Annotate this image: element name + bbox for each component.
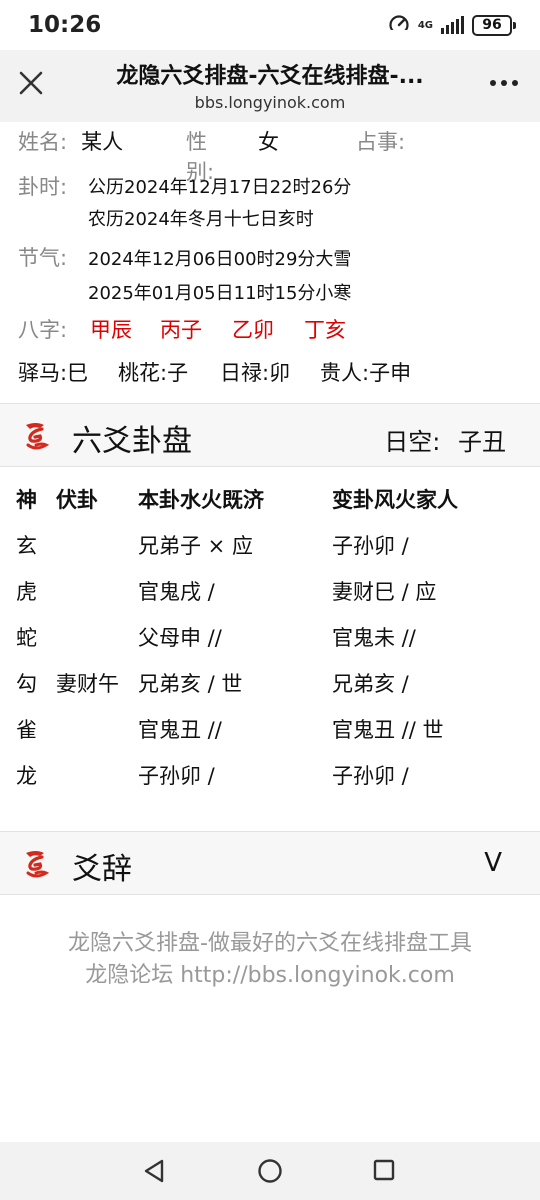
- browser-title-bar: 龙隐六爻排盘-六爻在线排盘-... bbs.longyinok.com: [0, 50, 540, 122]
- system-nav-bar: [0, 1142, 540, 1200]
- extras-yima: 驿马:巳: [18, 361, 89, 385]
- term-1: 2024年12月06日00时29分大雪: [88, 249, 352, 270]
- divider: [0, 894, 540, 895]
- cell-god: 雀: [16, 718, 37, 742]
- header-ben: 本卦水火既济: [138, 488, 264, 512]
- cell-bian: 兄弟亥 /: [332, 672, 409, 696]
- cell-ben: 父母申 //: [138, 626, 222, 650]
- divider: [0, 466, 540, 467]
- footer-line-2[interactable]: 龙隐论坛 http://bbs.longyinok.com: [0, 960, 540, 992]
- cell-ben: 官鬼丑 //: [138, 718, 222, 742]
- time-row: 卦时:: [18, 171, 67, 201]
- cell-bian: 妻财巳 / 应: [332, 580, 437, 604]
- term-2: 2025年01月05日11时15分小寒: [88, 283, 352, 304]
- cell-god: 虎: [16, 580, 37, 604]
- recent-apps-icon[interactable]: [372, 1158, 396, 1182]
- page-url: bbs.longyinok.com: [194, 93, 346, 112]
- hexagram-section-title: 六爻卦盘: [72, 424, 192, 459]
- lunar-date: 农历2024年冬月十七日亥时: [88, 209, 314, 230]
- chevron-down-icon[interactable]: V: [484, 848, 502, 878]
- cell-ben: 官鬼戌 /: [138, 580, 215, 604]
- bazi-month: 丙子: [160, 318, 202, 342]
- cell-god: 龙: [16, 764, 37, 788]
- bazi-hour: 丁亥: [304, 318, 346, 342]
- extras-rilu: 日禄:卯: [220, 361, 291, 385]
- table-row: 勾 妻财午 兄弟亥 / 世 兄弟亥 /: [0, 668, 540, 714]
- yaoci-section-header[interactable]: 爻辞 V: [0, 832, 540, 894]
- more-menu-icon[interactable]: [490, 80, 518, 86]
- footer-line-1: 龙隐六爻排盘-做最好的六爻在线排盘工具: [68, 931, 472, 956]
- time-label: 卦时:: [18, 175, 68, 199]
- cell-fu: 妻财午: [56, 672, 119, 696]
- home-icon[interactable]: [257, 1158, 283, 1184]
- day-empty: 日空: 子丑: [384, 422, 506, 457]
- close-icon[interactable]: [14, 66, 48, 100]
- page-title: 龙隐六爻排盘-六爻在线排盘-...: [116, 64, 424, 89]
- cell-ben: 子孙卯 /: [138, 764, 215, 788]
- signal-icon: [441, 16, 464, 34]
- hexagram-table: 神 伏卦 本卦水火既济 变卦风火家人 玄 兄弟子 × 应 子孙卯 / 虎 官鬼戌…: [0, 484, 540, 806]
- cell-god: 勾: [16, 672, 37, 696]
- day-empty-label: 日空:: [384, 428, 441, 456]
- cell-bian: 官鬼未 //: [332, 626, 416, 650]
- table-row: 玄 兄弟子 × 应 子孙卯 /: [0, 530, 540, 576]
- dragon-logo-icon: [26, 423, 50, 450]
- table-row: 雀 官鬼丑 // 官鬼丑 // 世: [0, 714, 540, 760]
- extras-guiren: 贵人:子申: [320, 361, 412, 385]
- header-bian: 变卦风火家人: [332, 488, 458, 512]
- cell-ben: 兄弟亥 / 世: [138, 672, 243, 696]
- bazi-day: 乙卯: [232, 318, 274, 342]
- battery-icon: 96: [472, 14, 516, 36]
- status-bar: 10:26 4G 96: [0, 0, 540, 50]
- cell-god: 玄: [16, 534, 37, 558]
- back-icon[interactable]: [140, 1158, 168, 1184]
- dragon-logo-icon: [26, 851, 50, 878]
- speed-gauge-icon: [389, 15, 409, 35]
- name-row: 姓名: 某人 性别: 女 占事:: [18, 126, 405, 184]
- cell-bian: 官鬼丑 // 世: [332, 718, 444, 742]
- status-time: 10:26: [28, 12, 102, 38]
- cell-god: 蛇: [16, 626, 37, 650]
- solar-date: 公历2024年12月17日22时26分: [88, 177, 352, 198]
- yaoci-section-title: 爻辞: [72, 852, 132, 887]
- bazi-label: 八字:: [18, 318, 68, 342]
- day-empty-value: 子丑: [458, 428, 506, 456]
- gender-value: 女: [258, 130, 279, 154]
- footer: 龙隐六爻排盘-做最好的六爻在线排盘工具 龙隐论坛 http://bbs.long…: [0, 928, 540, 992]
- bazi-year: 甲辰: [90, 318, 132, 342]
- table-header-row: 神 伏卦 本卦水火既济 变卦风火家人: [0, 484, 540, 530]
- network-type: 4G: [417, 19, 433, 31]
- bazi-row: 八字:: [18, 314, 67, 344]
- name-value: 某人: [81, 130, 124, 154]
- cell-bian: 子孙卯 /: [332, 764, 409, 788]
- extras-taohua: 桃花:子: [118, 361, 189, 385]
- cell-ben: 兄弟子 × 应: [138, 534, 253, 558]
- header-god: 神: [16, 488, 37, 512]
- title-block: 龙隐六爻排盘-六爻在线排盘-... bbs.longyinok.com: [70, 58, 470, 112]
- table-row: 虎 官鬼戌 / 妻财巳 / 应: [0, 576, 540, 622]
- term-label: 节气:: [18, 246, 68, 270]
- table-row: 蛇 父母申 // 官鬼未 //: [0, 622, 540, 668]
- cell-bian: 子孙卯 /: [332, 534, 409, 558]
- matter-label: 占事:: [356, 130, 406, 154]
- status-icons: 4G 96: [388, 14, 516, 36]
- name-label: 姓名:: [18, 130, 68, 154]
- term-row: 节气:: [18, 242, 67, 272]
- table-row: 龙 子孙卯 / 子孙卯 /: [0, 760, 540, 806]
- header-fu: 伏卦: [56, 488, 98, 512]
- hexagram-section-header: 六爻卦盘 日空: 子丑: [0, 404, 540, 466]
